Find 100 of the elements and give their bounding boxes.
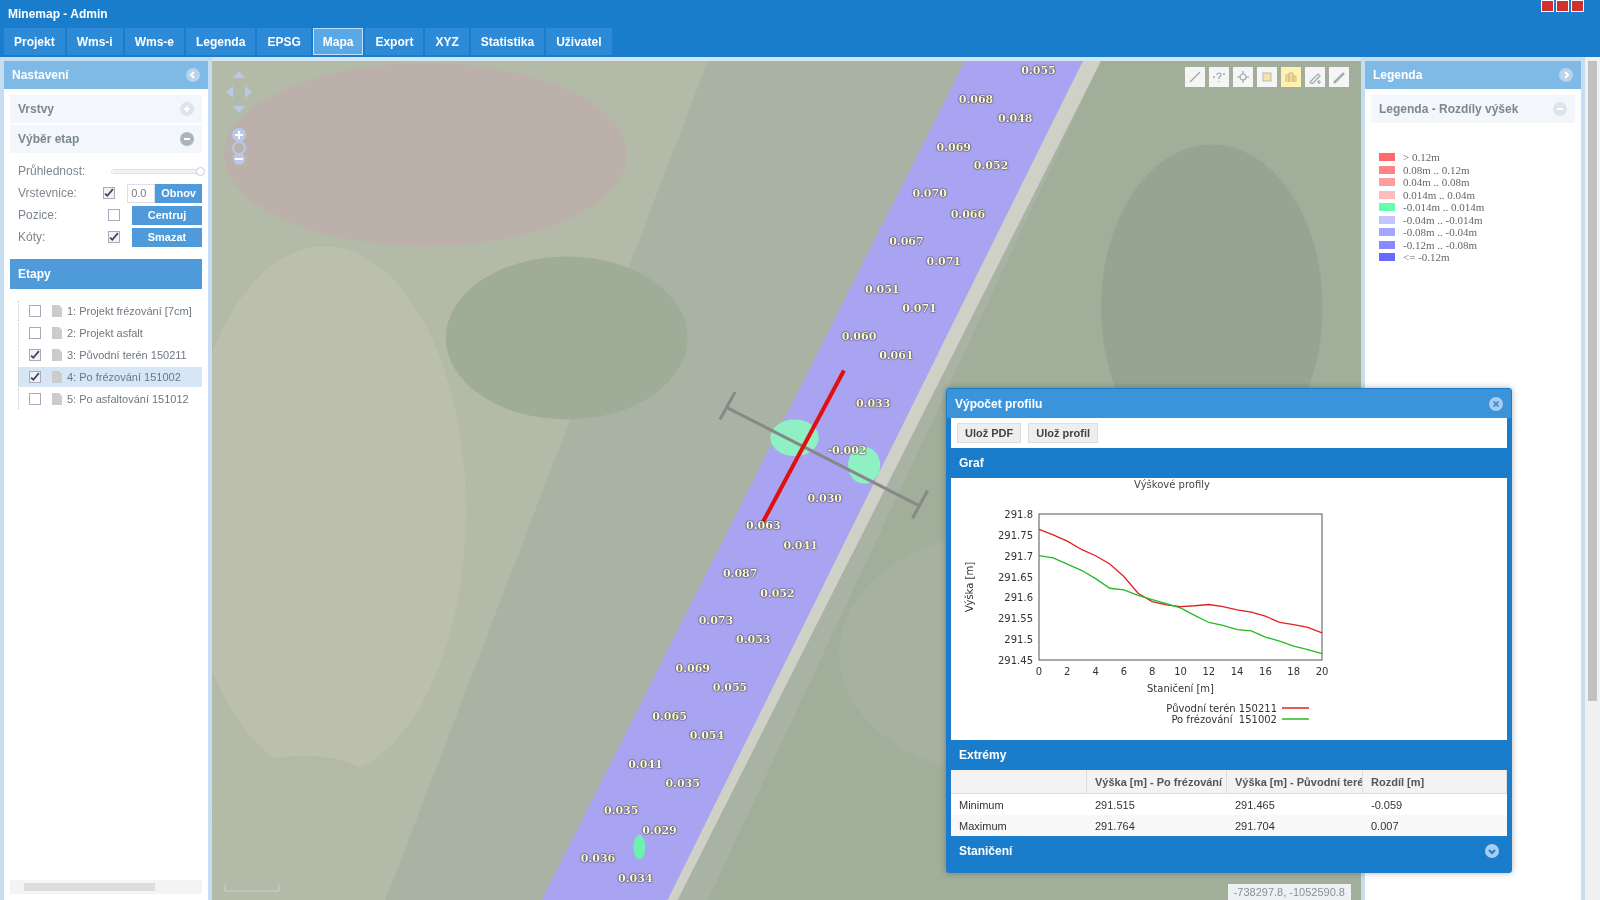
collapse-icon[interactable] bbox=[1559, 68, 1573, 82]
save-button[interactable]: Ulož profil bbox=[1028, 423, 1099, 443]
tree-item[interactable]: 4: Po frézování 151002 bbox=[18, 367, 202, 387]
menu-tab[interactable]: Legenda bbox=[186, 28, 256, 55]
coordinates-readout: -738297.8, -1052590.8 bbox=[1227, 884, 1351, 900]
map-tool-button[interactable] bbox=[1233, 67, 1253, 87]
tree-item[interactable]: 1: Projekt frézování [7cm] bbox=[18, 301, 202, 321]
x-tick-label: 10 bbox=[1174, 666, 1187, 677]
checkbox[interactable] bbox=[29, 393, 41, 405]
tree-item[interactable]: 3: Původní terén 150211 bbox=[18, 345, 202, 365]
close-button[interactable] bbox=[1571, 0, 1584, 12]
map-tool-button[interactable] bbox=[1185, 67, 1205, 87]
elevation-label: 0.055 bbox=[1021, 63, 1056, 77]
grid-icon bbox=[1284, 70, 1298, 84]
section-title: Etapy bbox=[18, 267, 51, 281]
map-tool-button[interactable] bbox=[1281, 67, 1301, 87]
field-label: Průhlednost: bbox=[18, 164, 87, 178]
menu-tab[interactable]: Export bbox=[365, 28, 424, 55]
menu-tab[interactable]: Wms-e bbox=[124, 28, 185, 55]
checkbox[interactable] bbox=[29, 349, 41, 361]
legend-label: -0.12m .. -0.08m bbox=[1403, 238, 1477, 251]
field-label: Pozice: bbox=[18, 208, 59, 222]
column-header: Rozdíl [m] bbox=[1363, 770, 1507, 794]
collapse-icon[interactable] bbox=[180, 132, 194, 146]
transparency-slider[interactable] bbox=[111, 168, 202, 174]
chart-title: Výškové profily bbox=[1134, 479, 1210, 490]
x-tick-label: 8 bbox=[1149, 666, 1156, 677]
action-button[interactable]: Obnov bbox=[155, 183, 202, 203]
elevation-label: 0.073 bbox=[698, 613, 734, 627]
x-tick-label: 12 bbox=[1202, 666, 1216, 677]
menu-tab[interactable]: Projekt bbox=[4, 28, 65, 55]
collapse-icon[interactable] bbox=[186, 68, 200, 82]
legend-label: Původní terén 150211 bbox=[1166, 703, 1277, 714]
legend-label: 0.014m .. 0.04m bbox=[1403, 188, 1476, 201]
pencil-icon bbox=[1332, 70, 1346, 84]
x-tick-label: 16 bbox=[1259, 666, 1272, 677]
menu-tab[interactable]: XYZ bbox=[425, 28, 469, 55]
action-button[interactable]: Smazat bbox=[132, 227, 202, 247]
elevation-label: 0.063 bbox=[746, 518, 781, 532]
menu-tab[interactable]: Uživatel bbox=[546, 28, 612, 55]
expand-icon[interactable] bbox=[1485, 844, 1499, 858]
collapse-icon[interactable] bbox=[1553, 102, 1567, 116]
expand-icon[interactable] bbox=[180, 102, 194, 116]
accordion-header[interactable]: Výběr etap bbox=[10, 125, 202, 153]
y-tick-label: 291.45 bbox=[998, 655, 1033, 666]
save-button[interactable]: Ulož PDF bbox=[957, 423, 1022, 443]
slider-thumb[interactable] bbox=[196, 166, 205, 176]
elevation-label: 0.041 bbox=[628, 757, 663, 771]
file-icon bbox=[52, 393, 62, 405]
menu-tab[interactable]: EPSG bbox=[257, 28, 311, 55]
accordion-label: Legenda - Rozdíly výšek bbox=[1379, 102, 1519, 116]
checkbox[interactable] bbox=[29, 305, 41, 317]
tree-item-label: 5: Po asfaltování 151012 bbox=[67, 393, 189, 405]
elevation-label: 0.048 bbox=[998, 111, 1033, 125]
field-label: Vrstevnice: bbox=[18, 186, 78, 200]
table-cell: Maximum bbox=[951, 815, 1087, 836]
x-tick-label: 0 bbox=[1035, 666, 1043, 677]
y-tick-label: 291.5 bbox=[1004, 634, 1033, 646]
action-button[interactable]: Centruj bbox=[132, 205, 202, 225]
accordion-header[interactable]: Vrstvy bbox=[10, 95, 202, 123]
tree-item[interactable]: 2: Projekt asfalt bbox=[18, 323, 202, 343]
input-field[interactable]: 0.0 bbox=[127, 183, 156, 203]
accordion-header[interactable]: Legenda - Rozdíly výšek bbox=[1371, 95, 1575, 123]
x-tick-label: 20 bbox=[1315, 666, 1329, 677]
legend-label: > 0.12m bbox=[1403, 151, 1440, 164]
map-tool-button[interactable] bbox=[1305, 67, 1325, 87]
elevation-label: 0.061 bbox=[879, 348, 914, 362]
checkbox[interactable] bbox=[103, 187, 116, 199]
legend-label: -0.04m .. -0.014m bbox=[1403, 213, 1483, 226]
map-tool-button[interactable] bbox=[1209, 67, 1229, 87]
question-icon bbox=[1212, 70, 1226, 84]
line-icon bbox=[1188, 70, 1202, 84]
checkbox[interactable] bbox=[108, 231, 120, 243]
close-icon[interactable] bbox=[1489, 396, 1503, 411]
checkbox[interactable] bbox=[29, 327, 41, 339]
elevation-label: 0.051 bbox=[865, 282, 900, 296]
window-title: Minemap - Admin bbox=[8, 7, 108, 21]
table-cell: 0.007 bbox=[1363, 815, 1507, 836]
map-tool-button[interactable] bbox=[1329, 67, 1349, 87]
checkbox[interactable] bbox=[108, 209, 120, 221]
menu-tab[interactable]: Mapa bbox=[312, 28, 364, 55]
horizontal-scrollbar[interactable] bbox=[10, 880, 202, 894]
x-tick-label: 4 bbox=[1092, 666, 1099, 677]
panel-title: Legenda bbox=[1373, 68, 1423, 82]
tree-item[interactable]: 5: Po asfaltování 151012 bbox=[18, 389, 202, 409]
map-navigation-drawing[interactable] bbox=[224, 69, 254, 165]
menu-tab[interactable]: Statistika bbox=[470, 28, 545, 55]
elevation-label: 0.053 bbox=[736, 632, 771, 646]
menu-tab[interactable]: Wms-i bbox=[66, 28, 123, 55]
maximize-button[interactable] bbox=[1556, 0, 1569, 12]
legend-line bbox=[1281, 718, 1310, 720]
dialog-title: Výpočet profilu bbox=[955, 396, 1043, 411]
map-tool-button[interactable] bbox=[1257, 67, 1277, 87]
tree-item-label: 2: Projekt asfalt bbox=[67, 327, 143, 339]
minimize-button[interactable] bbox=[1541, 0, 1554, 12]
x-tick-label: 6 bbox=[1120, 666, 1128, 677]
elevation-label: 0.070 bbox=[912, 186, 947, 200]
tree-item-label: 1: Projekt frézování [7cm] bbox=[67, 305, 192, 317]
vertical-scrollbar[interactable] bbox=[1585, 57, 1600, 900]
checkbox[interactable] bbox=[29, 371, 41, 383]
